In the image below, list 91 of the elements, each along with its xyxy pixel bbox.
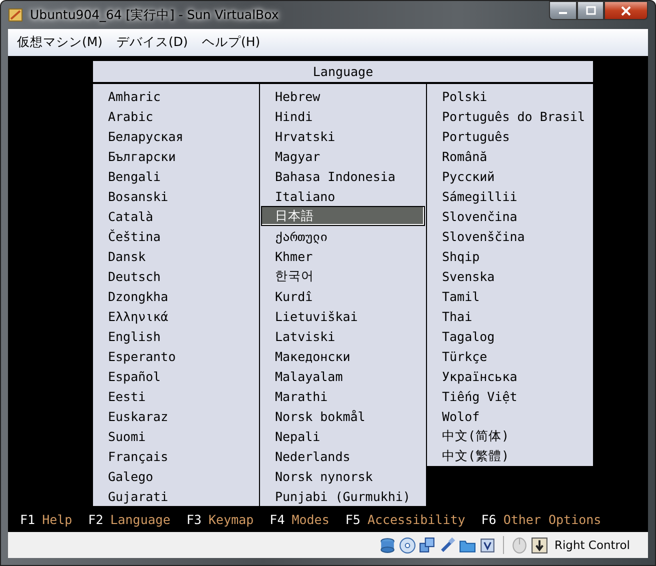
- language-item[interactable]: Tiếng Việt: [428, 386, 592, 406]
- language-item[interactable]: Türkçe: [428, 346, 592, 366]
- function-label[interactable]: Keymap: [208, 512, 254, 527]
- language-item[interactable]: Bahasa Indonesia: [261, 166, 425, 186]
- language-item[interactable]: Gujarati: [94, 486, 258, 506]
- function-label[interactable]: Language: [110, 512, 170, 527]
- language-item[interactable]: Thai: [428, 306, 592, 326]
- language-item[interactable]: Norsk bokmål: [261, 406, 425, 426]
- language-item[interactable]: Čeština: [94, 226, 258, 246]
- language-item[interactable]: Hebrew: [261, 86, 425, 106]
- menu-item[interactable]: ヘルプ(H): [196, 32, 266, 53]
- language-item[interactable]: Sámegillii: [428, 186, 592, 206]
- window-title: Ubuntu904_64 [実行中] - Sun VirtualBox: [30, 6, 279, 24]
- language-item[interactable]: 中文(简体): [428, 426, 592, 446]
- language-item[interactable]: Latviski: [261, 326, 425, 346]
- language-item[interactable]: Português do Brasil: [428, 106, 592, 126]
- maximize-button[interactable]: [577, 1, 604, 20]
- language-item[interactable]: Eesti: [94, 386, 258, 406]
- language-item[interactable]: Dansk: [94, 246, 258, 266]
- language-item[interactable]: Punjabi (Gurmukhi): [261, 486, 425, 506]
- language-item[interactable]: Dzongkha: [94, 286, 258, 306]
- vrdp-icon[interactable]: [479, 536, 496, 554]
- network-icon[interactable]: [419, 536, 436, 554]
- language-item[interactable]: Magyar: [261, 146, 425, 166]
- language-item[interactable]: Esperanto: [94, 346, 258, 366]
- language-item[interactable]: Русский: [428, 166, 592, 186]
- language-item[interactable]: English: [94, 326, 258, 346]
- language-item[interactable]: Español: [94, 366, 258, 386]
- language-item[interactable]: Marathi: [261, 386, 425, 406]
- language-item[interactable]: Беларуская: [94, 126, 258, 146]
- language-item[interactable]: Français: [94, 446, 258, 466]
- language-item[interactable]: Tagalog: [428, 326, 592, 346]
- app-icon: [8, 7, 24, 23]
- language-item[interactable]: Italiano: [261, 186, 425, 206]
- host-key-label: Right Control: [554, 538, 630, 552]
- function-label[interactable]: Help: [42, 512, 72, 527]
- language-item[interactable]: Malayalam: [261, 366, 425, 386]
- function-key: F6: [481, 512, 496, 527]
- language-item[interactable]: Polski: [428, 86, 592, 106]
- function-label[interactable]: Other Options: [503, 512, 602, 527]
- function-key: F4: [270, 512, 285, 527]
- language-item[interactable]: Български: [94, 146, 258, 166]
- language-item[interactable]: Bosanski: [94, 186, 258, 206]
- language-item[interactable]: Tamil: [428, 286, 592, 306]
- maximize-icon: [586, 6, 596, 15]
- function-label[interactable]: Accessibility: [367, 512, 466, 527]
- language-item[interactable]: Euskaraz: [94, 406, 258, 426]
- language-item[interactable]: Norsk nynorsk: [261, 466, 425, 486]
- language-item[interactable]: Українська: [428, 366, 592, 386]
- disc-icon[interactable]: [399, 536, 416, 554]
- language-item[interactable]: Wolof: [428, 406, 592, 426]
- language-item[interactable]: Amharic: [94, 86, 258, 106]
- menu-item[interactable]: 仮想マシン(M): [12, 32, 108, 53]
- language-item[interactable]: Hindi: [261, 106, 425, 126]
- language-item[interactable]: Català: [94, 206, 258, 226]
- function-key: F3: [186, 512, 202, 527]
- language-item[interactable]: Hrvatski: [261, 126, 425, 146]
- language-item[interactable]: Deutsch: [94, 266, 258, 286]
- language-item[interactable]: Slovenčina: [428, 206, 592, 226]
- usb-icon[interactable]: [439, 536, 456, 554]
- function-key: F5: [345, 512, 360, 527]
- language-item[interactable]: Lietuviškai: [261, 306, 425, 326]
- language-item[interactable]: Kurdî: [261, 286, 425, 306]
- language-item[interactable]: Khmer: [261, 246, 425, 266]
- function-key: F2: [88, 512, 104, 527]
- hard-disk-icon[interactable]: [379, 536, 396, 554]
- language-item[interactable]: Slovenščina: [428, 226, 592, 246]
- menu-item[interactable]: デバイス(D): [112, 32, 193, 53]
- keyboard-capture-icon[interactable]: [531, 536, 548, 554]
- language-item[interactable]: Ελληνικά: [94, 306, 258, 326]
- language-item[interactable]: 日本語: [261, 206, 425, 226]
- language-item[interactable]: Suomi: [94, 426, 258, 446]
- language-item[interactable]: Bengali: [94, 166, 258, 186]
- function-key: F1: [20, 512, 36, 527]
- language-item[interactable]: Português: [428, 126, 592, 146]
- language-item[interactable]: Galego: [94, 466, 258, 486]
- language-item[interactable]: Svenska: [428, 266, 592, 286]
- minimize-button[interactable]: [549, 1, 577, 20]
- language-item[interactable]: Nepali: [261, 426, 425, 446]
- language-item[interactable]: Arabic: [94, 106, 258, 126]
- language-item[interactable]: Română: [428, 146, 592, 166]
- language-item[interactable]: 中文(繁體): [428, 446, 592, 466]
- close-icon: [621, 6, 631, 16]
- close-button[interactable]: [604, 1, 648, 20]
- function-label[interactable]: Modes: [292, 512, 330, 527]
- language-item[interactable]: Shqip: [428, 246, 592, 266]
- language-item[interactable]: ქართული: [261, 226, 425, 246]
- language-item[interactable]: Nederlands: [261, 446, 425, 466]
- dialog-title: Language: [312, 64, 374, 79]
- language-item[interactable]: Македонски: [261, 346, 425, 366]
- language-item[interactable]: 한국어: [261, 266, 425, 286]
